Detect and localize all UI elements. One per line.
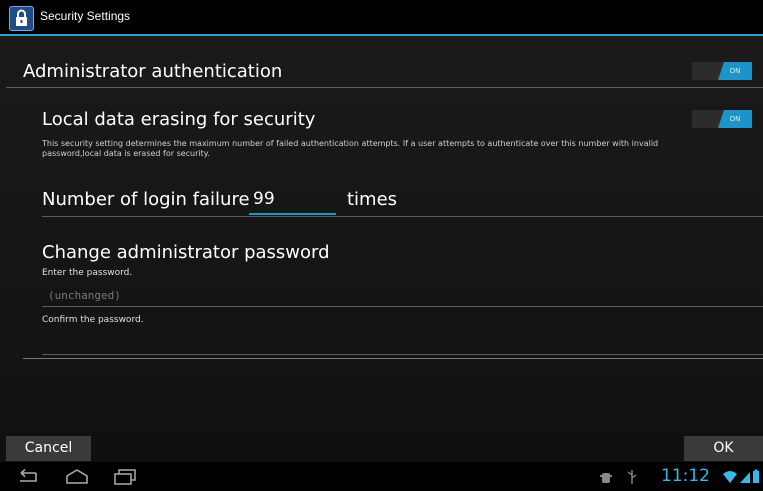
ok-button[interactable]: OK [684, 436, 763, 461]
status-clock: 11:12 [661, 466, 710, 486]
change-password-label: Change administrator password [42, 242, 330, 263]
login-failure-value: 99 [253, 189, 275, 209]
login-failure-unit: times [347, 189, 398, 210]
battery-icon [753, 469, 759, 483]
recent-apps-icon[interactable] [113, 469, 137, 485]
enter-password-label: Enter the password. [42, 268, 133, 278]
window-title: Security Settings [40, 9, 131, 23]
confirm-password-field[interactable] [42, 332, 763, 355]
local-erase-toggle[interactable]: ON [692, 110, 752, 128]
enter-password-field[interactable]: (unchanged) [42, 284, 763, 307]
divider [42, 216, 763, 217]
confirm-password-label: Confirm the password. [42, 315, 144, 325]
local-erase-description-line1: This security setting determines the max… [42, 139, 659, 148]
back-icon[interactable] [14, 469, 40, 485]
admin-auth-toggle[interactable]: ON [692, 62, 752, 80]
admin-auth-toggle-state: ON [718, 62, 752, 80]
title-bar: Security Settings [0, 0, 763, 34]
navigation-bar [0, 462, 763, 491]
wifi-icon [723, 471, 737, 483]
lock-icon [9, 6, 34, 31]
debug-icon [600, 473, 612, 483]
divider [6, 87, 763, 88]
login-failure-input[interactable]: 99 [249, 189, 336, 215]
local-erase-description-line2: password,local data is erased for securi… [42, 149, 210, 158]
login-failure-label: Number of login failure [42, 189, 250, 210]
button-bar [0, 435, 763, 462]
usb-icon [627, 470, 637, 484]
admin-auth-label: Administrator authentication [23, 61, 283, 82]
signal-icon [740, 472, 750, 483]
enter-password-placeholder: (unchanged) [48, 289, 121, 302]
home-icon[interactable] [64, 469, 90, 485]
divider [23, 358, 763, 359]
local-erase-label: Local data erasing for security [42, 109, 316, 130]
settings-content [0, 36, 763, 435]
cancel-button[interactable]: Cancel [6, 436, 91, 461]
local-erase-toggle-state: ON [718, 110, 752, 128]
